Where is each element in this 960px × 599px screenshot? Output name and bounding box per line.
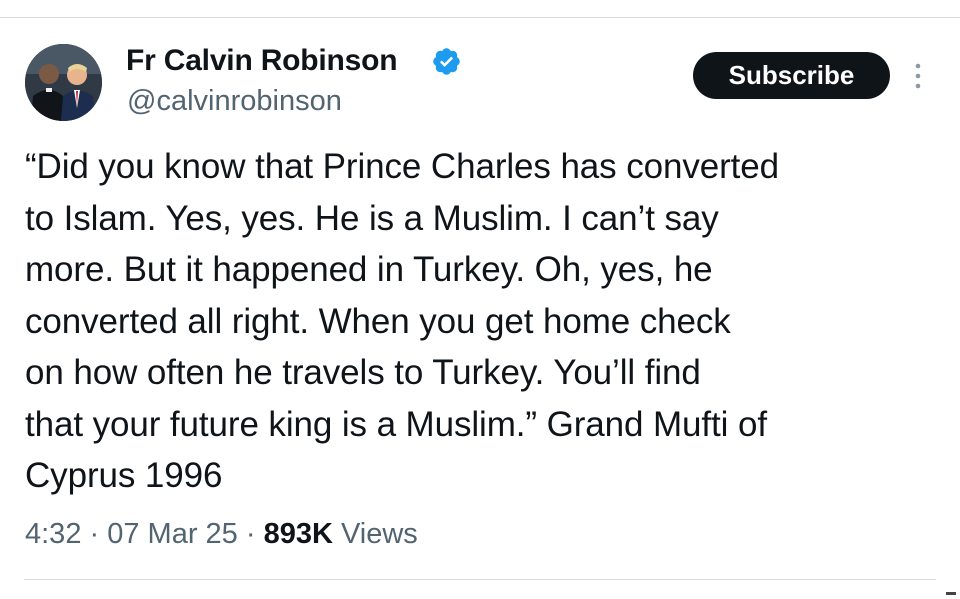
- tweet-line: “Did you know that Prince Charles has co…: [25, 147, 780, 186]
- avatar[interactable]: [25, 44, 102, 121]
- tweet-meta: 4:32 · 07 Mar 25 · 893K Views: [25, 515, 418, 553]
- tweet-line: that your future king is a Muslim.” Gran…: [25, 404, 767, 444]
- tweet-line: more. But it happened in Turkey. Oh, yes…: [25, 250, 713, 289]
- tweet-line: Cyprus 1996: [25, 456, 223, 495]
- views-count[interactable]: 893K: [264, 518, 333, 550]
- avatar-image: [25, 44, 102, 121]
- tweet-text: “Did you know that Prince Charles has co…: [25, 141, 930, 502]
- scroll-indicator: [946, 592, 956, 595]
- meta-separator: ·: [81, 518, 108, 550]
- tweet-line: to Islam. Yes, yes. He is a Muslim. I ca…: [25, 198, 719, 238]
- verified-badge-icon: [433, 48, 460, 75]
- author-name[interactable]: Fr Calvin Robinson: [126, 43, 398, 79]
- tweet-time[interactable]: 4:32: [25, 518, 81, 550]
- views-label: Views: [332, 518, 418, 550]
- subscribe-button[interactable]: Subscribe: [693, 52, 890, 99]
- bottom-divider: [24, 579, 936, 580]
- more-vertical-icon[interactable]: [910, 60, 926, 92]
- tweet-line: on how often he travels to Turkey. You’l…: [25, 353, 701, 392]
- tweet-date[interactable]: 07 Mar 25: [107, 518, 238, 550]
- author-handle[interactable]: @calvinrobinson: [127, 84, 342, 118]
- top-divider: [0, 17, 960, 18]
- meta-separator: ·: [237, 518, 264, 550]
- tweet-line: converted all right. When you get home c…: [25, 301, 731, 341]
